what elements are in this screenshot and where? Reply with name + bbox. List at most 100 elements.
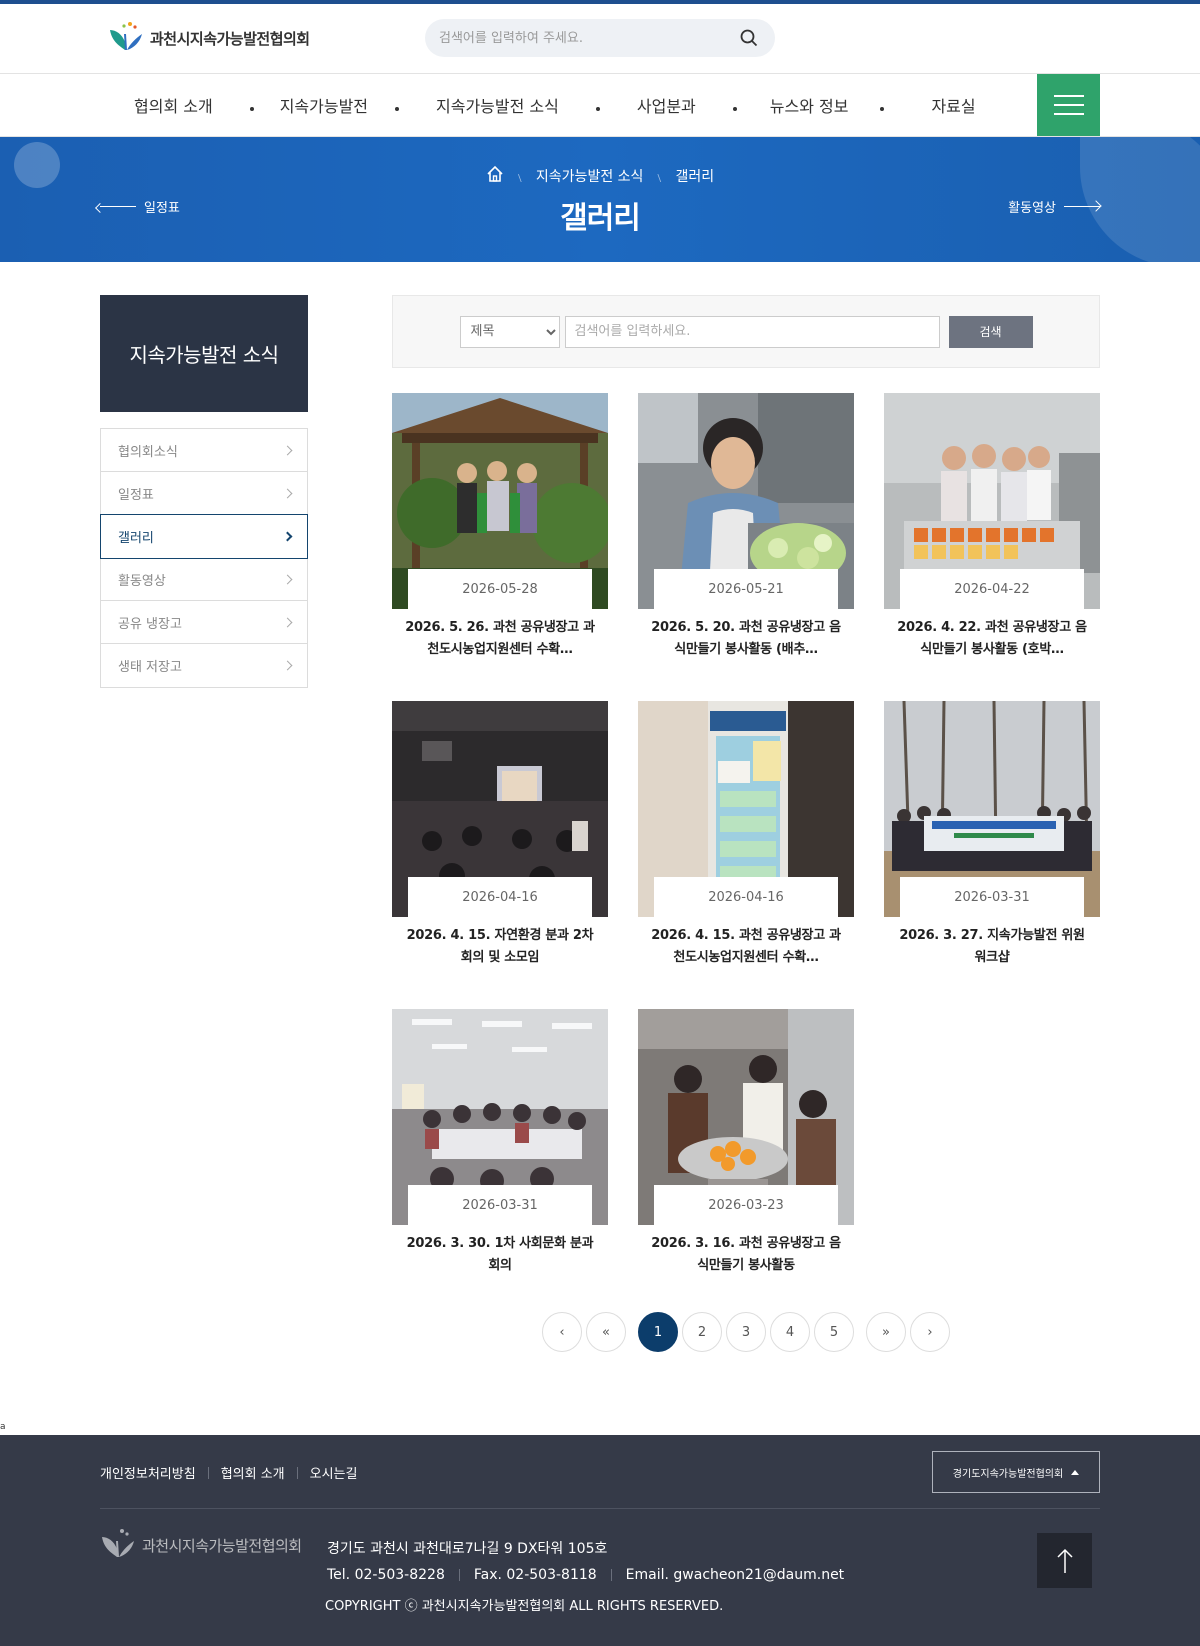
breadcrumb: ﹨ 지속가능발전 소식 ﹨ 갤러리 <box>0 165 1200 187</box>
sidebar-item-label: 일정표 <box>118 487 154 503</box>
chevron-right-icon <box>282 488 293 498</box>
gallery-title: 2026. 3. 30. 1차 사회문화 분과 회의 <box>406 1236 594 1273</box>
search-icon[interactable] <box>737 26 761 50</box>
gallery-card[interactable]: 2026-04-16 2026. 4. 15. 과천 공유냉장고 과천도시농업지… <box>638 701 854 977</box>
footer-links: 개인정보처리방침 협의회 소개 오시는길 <box>100 1463 357 1482</box>
footer-tel: Tel. 02-503-8228 <box>327 1567 445 1583</box>
arrow-left-icon <box>100 206 136 207</box>
page-banner: ﹨ 지속가능발전 소식 ﹨ 갤러리 갤러리 일정표 활동영상 <box>0 137 1200 262</box>
nav-item-news-info[interactable]: 뉴스와 정보 <box>770 93 849 117</box>
footer-divider <box>100 1508 1100 1509</box>
board-search-input[interactable] <box>564 315 940 348</box>
sidebar-item-label: 공유 냉장고 <box>118 616 182 632</box>
nav-item-archive[interactable]: 자료실 <box>931 93 975 117</box>
footer-link-directions[interactable]: 오시는길 <box>310 1463 358 1482</box>
hamburger-menu-icon[interactable] <box>1037 74 1100 136</box>
nav-item-sustainable[interactable]: 지속가능발전 <box>280 93 368 117</box>
gallery-thumbnail: 2026-04-16 <box>638 701 854 917</box>
nav-item-news-sustainable[interactable]: 지속가능발전 소식 <box>436 93 559 117</box>
gallery-card[interactable]: 2026-04-16 2026. 4. 15. 자연환경 분과 2차 회의 및 … <box>392 701 608 977</box>
pagination-next-button[interactable]: › <box>910 1312 950 1352</box>
site-search-input[interactable] <box>439 30 737 46</box>
sidebar-item-label: 갤러리 <box>118 531 154 546</box>
arrow-right-icon <box>1064 206 1100 207</box>
pagination-page[interactable]: 3 <box>726 1312 766 1352</box>
footer-link-privacy[interactable]: 개인정보처리방침 <box>100 1463 196 1482</box>
pagination-prev-button[interactable]: ‹ <box>542 1312 582 1352</box>
gallery-date: 2026-05-28 <box>408 569 592 609</box>
gallery-card[interactable]: 2026-03-31 2026. 3. 27. 지속가능발전 위원워크샵 <box>884 701 1100 977</box>
gallery-date: 2026-03-31 <box>408 1185 592 1225</box>
gallery-title: 2026. 3. 27. 지속가능발전 위원워크샵 <box>899 928 1085 965</box>
chevron-right-icon <box>282 574 293 584</box>
gallery-date: 2026-04-16 <box>654 877 838 917</box>
pagination-last-button[interactable]: » <box>866 1312 906 1352</box>
gallery-card[interactable]: 2026-04-22 2026. 4. 22. 과천 공유냉장고 음식만들기 봉… <box>884 393 1100 669</box>
gallery-thumbnail: 2026-03-23 <box>638 1009 854 1225</box>
next-page-link[interactable]: 활동영상 <box>1008 197 1100 216</box>
sidebar-item-label: 활동영상 <box>118 573 166 589</box>
sidebar-item-gallery[interactable]: 갤러리 <box>100 514 308 559</box>
footer-copyright: COPYRIGHT ⓒ 과천시지속가능발전협의회 ALL RIGHTS RESE… <box>325 1599 724 1614</box>
gallery-card[interactable]: 2026-05-28 2026. 5. 26. 과천 공유냉장고 과천도시농업지… <box>392 393 608 669</box>
footer-link-divider <box>207 1466 209 1479</box>
nav-item-business[interactable]: 사업분과 <box>637 93 696 117</box>
stray-text: a <box>0 1422 6 1432</box>
nav-divider <box>595 96 600 115</box>
gallery-date: 2026-03-31 <box>900 877 1084 917</box>
footer-info-divider <box>458 1569 460 1581</box>
pagination-page-current[interactable]: 1 <box>638 1312 678 1352</box>
gallery-thumbnail: 2026-04-16 <box>392 701 608 917</box>
gallery-date: 2026-05-21 <box>654 569 838 609</box>
footer-fax: Fax. 02-503-8118 <box>473 1567 597 1583</box>
arrow-up-icon <box>1056 1548 1073 1573</box>
gallery-grid: 2026-05-28 2026. 5. 26. 과천 공유냉장고 과천도시농업지… <box>392 393 1100 1285</box>
gallery-thumbnail: 2026-05-28 <box>392 393 608 609</box>
breadcrumb-current[interactable]: 갤러리 <box>675 166 714 186</box>
board-search-button[interactable]: 검색 <box>948 315 1033 348</box>
sidebar-item-schedule[interactable]: 일정표 <box>101 472 307 515</box>
site-logo[interactable]: 과천시지속가능발전협의회 <box>108 20 310 56</box>
footer-email: Email. gwacheon21@daum.net <box>625 1567 845 1583</box>
gallery-title: 2026. 4. 15. 과천 공유냉장고 과천도시농업지원센터 수확… <box>651 928 841 965</box>
sidebar-item-videos[interactable]: 활동영상 <box>101 558 307 601</box>
gallery-date: 2026-03-23 <box>654 1185 838 1225</box>
pagination-page[interactable]: 4 <box>770 1312 810 1352</box>
gallery-thumbnail: 2026-03-31 <box>392 1009 608 1225</box>
gallery-thumbnail: 2026-04-22 <box>884 393 1100 609</box>
caret-up-icon <box>1071 1469 1080 1475</box>
sidebar-item-label: 생태 저장고 <box>118 660 182 675</box>
family-site-select[interactable]: 경기도지속가능발전협의회 <box>932 1451 1100 1493</box>
chevron-right-icon <box>282 445 293 455</box>
pagination-page[interactable]: 5 <box>814 1312 854 1352</box>
sidebar-item-shared-fridge[interactable]: 공유 냉장고 <box>101 601 307 644</box>
gallery-card[interactable]: 2026-05-21 2026. 5. 20. 과천 공유냉장고 음식만들기 봉… <box>638 393 854 669</box>
sidebar: 지속가능발전 소식 협의회소식 일정표 갤러리 활동영상 공유 냉장고 생태 저… <box>100 295 308 688</box>
gallery-card[interactable]: 2026-03-31 2026. 3. 30. 1차 사회문화 분과 회의 <box>392 1009 608 1285</box>
gallery-title: 2026. 5. 26. 과천 공유냉장고 과천도시농업지원센터 수확… <box>405 620 595 657</box>
sidebar-menu: 협의회소식 일정표 갤러리 활동영상 공유 냉장고 생태 저장고 <box>100 428 308 688</box>
site-search <box>425 19 775 57</box>
chevron-right-icon <box>282 531 293 542</box>
sidebar-item-council-news[interactable]: 협의회소식 <box>101 429 307 472</box>
pagination-first-button[interactable]: « <box>586 1312 626 1352</box>
nav-item-about[interactable]: 협의회 소개 <box>134 93 213 117</box>
footer-link-divider <box>296 1466 298 1479</box>
chevron-right-icon <box>282 660 293 671</box>
gallery-thumbnail: 2026-03-31 <box>884 701 1100 917</box>
footer-link-about[interactable]: 협의회 소개 <box>221 1463 285 1482</box>
prev-page-label: 일정표 <box>144 201 180 216</box>
search-field-select[interactable]: 제목 <box>459 315 560 348</box>
chevron-right-icon <box>282 617 293 627</box>
prev-page-link[interactable]: 일정표 <box>100 197 180 216</box>
site-header: 과천시지속가능발전협의회 <box>0 4 1200 74</box>
breadcrumb-item[interactable]: 지속가능발전 소식 <box>536 166 644 186</box>
scroll-to-top-button[interactable] <box>1037 1533 1092 1588</box>
gallery-card[interactable]: 2026-03-23 2026. 3. 16. 과천 공유냉장고 음식만들기 봉… <box>638 1009 854 1285</box>
gallery-thumbnail: 2026-05-21 <box>638 393 854 609</box>
sidebar-item-eco-storage[interactable]: 생태 저장고 <box>101 644 307 687</box>
breadcrumb-separator: ﹨ <box>653 169 666 184</box>
footer-info-divider <box>610 1569 612 1581</box>
home-icon[interactable] <box>486 165 504 187</box>
pagination-page[interactable]: 2 <box>682 1312 722 1352</box>
